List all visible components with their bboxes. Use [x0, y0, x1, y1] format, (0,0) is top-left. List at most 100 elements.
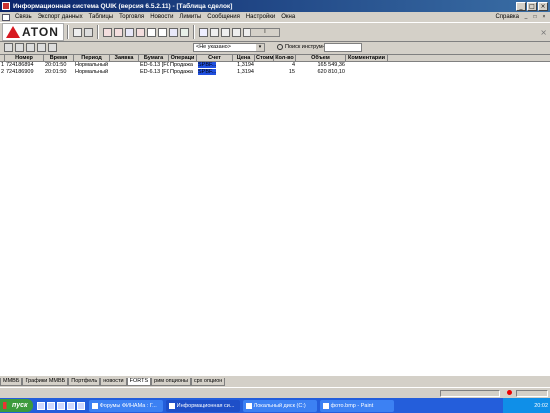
toolbar-field[interactable]: I: [250, 28, 280, 37]
menu-messages[interactable]: Сообщения: [204, 14, 243, 20]
chevron-down-icon[interactable]: ▾: [256, 44, 264, 51]
menu-settings[interactable]: Настройки: [243, 14, 278, 20]
quicklaunch-icon[interactable]: [36, 401, 45, 410]
clock[interactable]: 20:02: [534, 403, 548, 409]
table-row[interactable]: 2 724186909 20:01:50 Нормальный ED-6.13 …: [0, 69, 550, 76]
menu-help[interactable]: Справка: [492, 14, 522, 20]
account-prefix: SPBF...: [198, 69, 217, 75]
col-account[interactable]: Счет: [197, 55, 233, 62]
task-button[interactable]: Форумы ФИНАМа : Г...: [88, 399, 163, 412]
window-title: Информационная система QUIK (версия 6.5.…: [13, 2, 233, 10]
col-operation[interactable]: Операци: [169, 55, 197, 62]
tab-options[interactable]: рим опционы: [151, 378, 191, 386]
task-button[interactable]: фото.bmp - Paint: [319, 399, 394, 412]
task-button[interactable]: Информационная си...: [165, 399, 240, 412]
cut-icon[interactable]: [15, 43, 24, 52]
sort-icon[interactable]: [221, 27, 230, 37]
disconnect-icon[interactable]: [84, 27, 93, 37]
system-tray: 20:02: [503, 398, 550, 413]
filter-icon[interactable]: [210, 27, 219, 37]
mdi-minimize-button[interactable]: _: [522, 14, 530, 21]
status-bar: [0, 387, 550, 397]
menu-news[interactable]: Новости: [147, 14, 176, 20]
forward-icon[interactable]: [37, 43, 46, 52]
quicklaunch-icon[interactable]: [56, 401, 65, 410]
cell-cost: [255, 69, 274, 76]
col-order[interactable]: Заявка: [110, 55, 139, 62]
edit-icon[interactable]: [4, 43, 13, 52]
col-comment[interactable]: Комментарии: [346, 55, 388, 62]
table-icon[interactable]: [125, 27, 134, 37]
portfolio-icon[interactable]: [180, 27, 189, 37]
cell-qty: 15: [288, 69, 295, 75]
task-label: Локальный диск (C:): [253, 402, 306, 409]
menu-connection[interactable]: Связь: [12, 14, 35, 20]
cell-operation: Продажа: [170, 69, 193, 75]
menu-tables[interactable]: Таблицы: [86, 14, 117, 20]
col-price[interactable]: Цена: [233, 55, 255, 62]
print-icon[interactable]: [147, 27, 156, 37]
instrument-search-input[interactable]: [324, 43, 362, 52]
toolbar-separator: [67, 25, 69, 39]
quicklaunch-icon[interactable]: [76, 401, 85, 410]
instrument-search-label: Поиск инструм-та: [277, 44, 330, 50]
tab-micex-charts[interactable]: Графики ММВБ: [22, 378, 69, 386]
col-time[interactable]: Время: [44, 55, 74, 62]
connection-status-icon: [507, 390, 512, 395]
quik-app-icon[interactable]: [2, 2, 10, 10]
mdi-controls: _ □ ×: [522, 14, 548, 21]
new-order-icon[interactable]: [103, 27, 112, 37]
mdi-restore-button[interactable]: □: [531, 14, 539, 21]
quicklaunch-icon[interactable]: [46, 401, 55, 410]
start-label: пуск: [12, 402, 28, 409]
deals-icon[interactable]: [136, 27, 145, 37]
cell-qty: 4: [291, 62, 295, 68]
col-volume[interactable]: Объем: [296, 55, 346, 62]
col-period[interactable]: Период: [74, 55, 110, 62]
stop-order-icon[interactable]: [114, 27, 123, 37]
menu-windows[interactable]: Окна: [278, 14, 298, 20]
col-qty[interactable]: Кол-во: [274, 55, 296, 62]
task-button[interactable]: Локальный диск (C:): [242, 399, 317, 412]
menu-export[interactable]: Экспорт данных: [35, 14, 86, 20]
start-button[interactable]: пуск: [0, 399, 33, 412]
mdi-close-button[interactable]: ×: [540, 14, 548, 21]
copy-icon[interactable]: [158, 27, 167, 37]
tab-portfolio[interactable]: Портфель: [68, 378, 101, 386]
cell-operation: Продажа: [170, 62, 193, 68]
tab-micex[interactable]: ММВБ: [0, 378, 23, 386]
hand-icon[interactable]: [48, 43, 57, 52]
aton-logo: ATON: [2, 23, 64, 41]
menu-limits[interactable]: Лимиты: [176, 14, 204, 20]
minimize-button[interactable]: _: [516, 1, 526, 11]
tab-options-2[interactable]: срх опцион: [190, 378, 226, 386]
cell-number: 724186894: [6, 62, 34, 68]
quicklaunch-icon[interactable]: [66, 401, 75, 410]
cell-order: [110, 69, 139, 76]
chart-icon[interactable]: [169, 27, 178, 37]
close-button[interactable]: ×: [538, 1, 548, 11]
key-icon[interactable]: [73, 27, 82, 37]
window-controls: _ □ ×: [516, 1, 548, 11]
col-number[interactable]: Номер: [5, 55, 44, 62]
cell-volume: 620 810,10: [317, 69, 345, 75]
toolbar-close-icon[interactable]: ×: [540, 28, 547, 37]
back-icon[interactable]: [26, 43, 35, 52]
tab-forts[interactable]: FORTS: [126, 378, 152, 386]
cell-time: 20:01:50: [45, 69, 67, 75]
maximize-button[interactable]: □: [527, 1, 537, 11]
document-icon[interactable]: [2, 13, 10, 21]
info-icon[interactable]: [199, 27, 208, 37]
cell-cost: [255, 62, 274, 69]
cell-security: ED-6.13 [FOF: [140, 62, 169, 68]
account-select[interactable]: <Не указано> ▾: [193, 43, 265, 52]
tab-news[interactable]: новости: [100, 378, 127, 386]
table-row[interactable]: 1 724186894 20:01:50 Нормальный ED-6.13 …: [0, 62, 550, 69]
aton-logo-text: ATON: [22, 25, 59, 39]
col-security[interactable]: Бумага: [139, 55, 169, 62]
menu-trading[interactable]: Торговля: [116, 14, 147, 20]
cell-account: SPBF...: [197, 69, 233, 76]
account-prefix: SPBF...: [198, 62, 217, 68]
settings-icon[interactable]: [232, 27, 241, 37]
col-cost[interactable]: Стоими: [255, 55, 274, 62]
